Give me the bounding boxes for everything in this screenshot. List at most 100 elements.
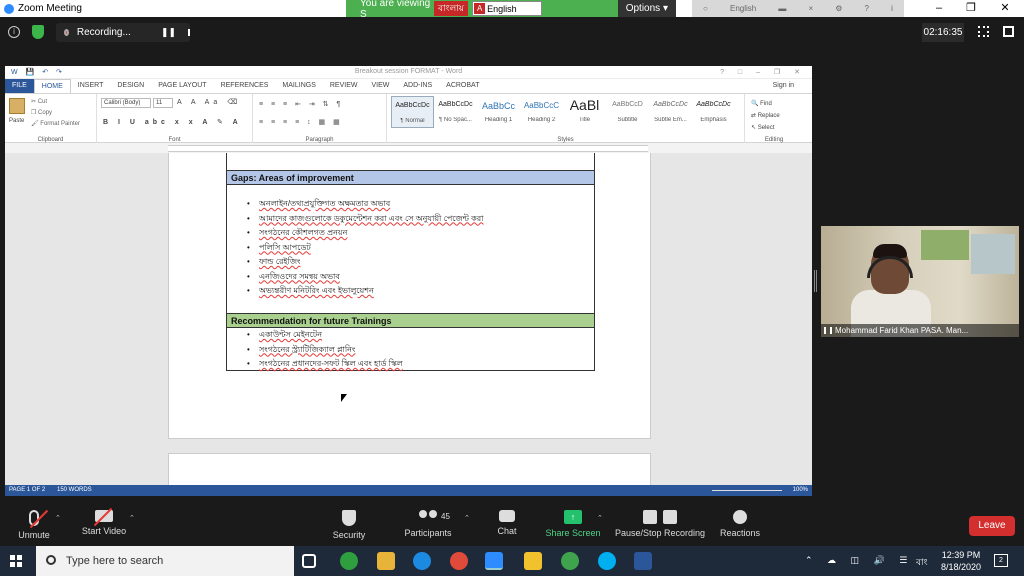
tab-references[interactable]: REFERENCES	[214, 79, 276, 93]
ime-language[interactable]: English	[730, 4, 756, 13]
zoom-slider[interactable]	[712, 490, 782, 491]
tab-file[interactable]: FILE	[5, 79, 34, 93]
unmute-button[interactable]: Unmute	[14, 510, 54, 540]
document-canvas[interactable]: Gaps: Areas of improvement অনলাইন/তথ্যপ্…	[5, 153, 812, 485]
participant-video[interactable]: Mohammad Farid Khan PASA. Man...	[821, 226, 1019, 337]
info-icon[interactable]: i	[8, 26, 20, 38]
bangla-button[interactable]: বাংলায়	[434, 1, 469, 16]
app-icon[interactable]	[340, 552, 358, 570]
styles-group: AaBbCcDc ¶ Normal AaBbCcDc ¶ No Spac... Aa…	[387, 94, 745, 144]
meeting-timer: 02:16:35	[922, 23, 964, 42]
style-emphasis[interactable]: AaBbCcDc Emphasis	[692, 96, 735, 128]
participants-options-caret[interactable]: ⌃	[464, 514, 470, 522]
tab-review[interactable]: REVIEW	[323, 79, 365, 93]
tab-mailings[interactable]: MAILINGS	[275, 79, 322, 93]
encryption-shield-icon[interactable]	[32, 25, 44, 39]
ime-info-icon[interactable]: i	[891, 4, 893, 13]
tab-view[interactable]: VIEW	[364, 79, 396, 93]
list-buttons[interactable]: ≡ ≡ ≡ ⇤ ⇥ ⇅ ¶	[259, 100, 343, 108]
system-tray[interactable]: ⌃ ☁ ◫ 🔊 ☰	[805, 555, 913, 566]
word-app-icon[interactable]	[634, 552, 652, 570]
font-size-buttons[interactable]: A A Aa ⌫	[177, 98, 241, 106]
cut-button[interactable]: ✂ Cut	[31, 97, 80, 108]
windows-start-icon[interactable]	[10, 555, 22, 567]
style-subtle-emphasis[interactable]: AaBbCcDc Subtle Em...	[649, 96, 692, 128]
task-view-icon[interactable]	[302, 554, 316, 568]
word-count[interactable]: 150 WORDS	[57, 485, 92, 496]
audio-options-caret[interactable]: ⌃	[55, 514, 61, 522]
chat-button[interactable]: Chat	[492, 510, 522, 536]
close-button[interactable]: ✕	[988, 0, 1022, 17]
app-icon[interactable]	[561, 552, 579, 570]
tab-insert[interactable]: INSERT	[71, 79, 111, 93]
style-sample: AaBbCcDc	[438, 101, 473, 108]
chrome-browser-icon[interactable]	[450, 552, 468, 570]
pause-stop-recording-button[interactable]: Pause/Stop Recording	[614, 510, 706, 538]
style-title[interactable]: AaBl Title	[563, 96, 606, 128]
ime-help-icon[interactable]: ?	[865, 4, 869, 13]
taskbar-clock[interactable]: 12:39 PM 8/18/2020	[936, 549, 986, 573]
word-window-controls[interactable]: ? □ – ❐ ✕	[720, 68, 806, 76]
security-button[interactable]: Security	[330, 510, 368, 540]
mouse-cursor-icon	[341, 394, 347, 402]
style-sample: AaBbCcC	[523, 101, 560, 110]
leave-button[interactable]: Leave	[969, 516, 1015, 536]
replace-button[interactable]: ⇄ Replace	[751, 110, 780, 122]
style-heading-1[interactable]: AaBbCc Heading 1	[477, 96, 520, 128]
skype-icon[interactable]	[598, 552, 616, 570]
sign-in-link[interactable]: Sign in	[773, 82, 794, 89]
select-button[interactable]: ↖ Select	[751, 122, 780, 134]
video-options-caret[interactable]: ⌃	[129, 514, 135, 522]
restore-button[interactable]: ❐	[954, 0, 988, 17]
fullscreen-icon[interactable]	[1003, 26, 1014, 37]
share-options-caret[interactable]: ⌃	[597, 514, 603, 522]
ime-settings-icon[interactable]: ⚙	[835, 4, 842, 13]
style-no-spacing[interactable]: AaBbCcDc ¶ No Spac...	[434, 96, 477, 128]
format-buttons[interactable]: B I U abc x x A ✎ A	[103, 118, 242, 126]
recording-dot-icon	[64, 29, 69, 36]
style-normal[interactable]: AaBbCcDc ¶ Normal	[391, 96, 434, 128]
style-subtitle[interactable]: AaBbCcD Subtitle	[606, 96, 649, 128]
document-page-2[interactable]	[168, 453, 651, 485]
style-sample: AaBbCcDc	[653, 101, 688, 108]
stop-icon[interactable]	[187, 29, 190, 36]
ime-tool-icon[interactable]: ×	[808, 4, 813, 13]
viewing-banner: You are viewing S বাংলায় A English Opti…	[346, 0, 676, 20]
pause-icon[interactable]: ❚❚	[161, 27, 176, 38]
sticky-notes-icon[interactable]	[524, 552, 542, 570]
tab-page-layout[interactable]: PAGE LAYOUT	[151, 79, 213, 93]
paste-label[interactable]: Paste	[9, 118, 24, 124]
zoom-app-icon[interactable]	[485, 552, 503, 570]
font-name-select[interactable]: Calibri (Body)	[101, 98, 151, 108]
font-size-select[interactable]: 11	[153, 98, 173, 108]
gallery-view-icon[interactable]	[978, 26, 989, 37]
file-explorer-icon[interactable]	[377, 552, 395, 570]
paste-icon[interactable]	[9, 98, 25, 114]
start-video-button[interactable]: Start Video	[78, 510, 130, 536]
tab-design[interactable]: DESIGN	[110, 79, 151, 93]
notifications-icon[interactable]: 2	[994, 554, 1008, 567]
ime-tool-icon[interactable]: ▬	[778, 4, 786, 13]
tab-add-ins[interactable]: ADD-INS	[396, 79, 439, 93]
view-options-button[interactable]: Options ▾	[617, 0, 676, 17]
reactions-button[interactable]: Reactions	[720, 510, 760, 538]
meeting-toolbar: Unmute ⌃ Start Video ⌃ Security Particip…	[0, 506, 1024, 546]
document-page[interactable]: Gaps: Areas of improvement অনলাইন/তথ্যপ্…	[168, 153, 651, 439]
minimize-button[interactable]: –	[922, 0, 956, 17]
share-screen-button[interactable]: ↑ Share Screen	[545, 510, 601, 538]
list-item: আমাদের কাজগুলোকে ডকুমেন্টেশন করা এবং সে …	[247, 212, 483, 227]
format-painter-button[interactable]: 🖌 Format Painter	[31, 119, 80, 130]
taskbar-search[interactable]: Type here to search	[36, 546, 294, 576]
panel-splitter-handle[interactable]	[814, 270, 817, 292]
edge-browser-icon[interactable]	[413, 552, 431, 570]
tab-acrobat[interactable]: ACROBAT	[439, 79, 486, 93]
language-select[interactable]: A English	[472, 1, 543, 16]
page-count[interactable]: PAGE 1 OF 2	[9, 485, 45, 496]
input-language[interactable]: বাং	[916, 555, 928, 570]
align-buttons[interactable]: ≡ ≡ ≡ ≡ ↕ ▦ ▦	[259, 118, 343, 126]
copy-button[interactable]: ❐ Copy	[31, 108, 80, 119]
style-heading-2[interactable]: AaBbCcC Heading 2	[520, 96, 563, 128]
tab-home[interactable]: HOME	[33, 79, 71, 93]
find-button[interactable]: 🔍 Find	[751, 98, 780, 110]
zoom-level[interactable]: 100%	[793, 485, 808, 496]
